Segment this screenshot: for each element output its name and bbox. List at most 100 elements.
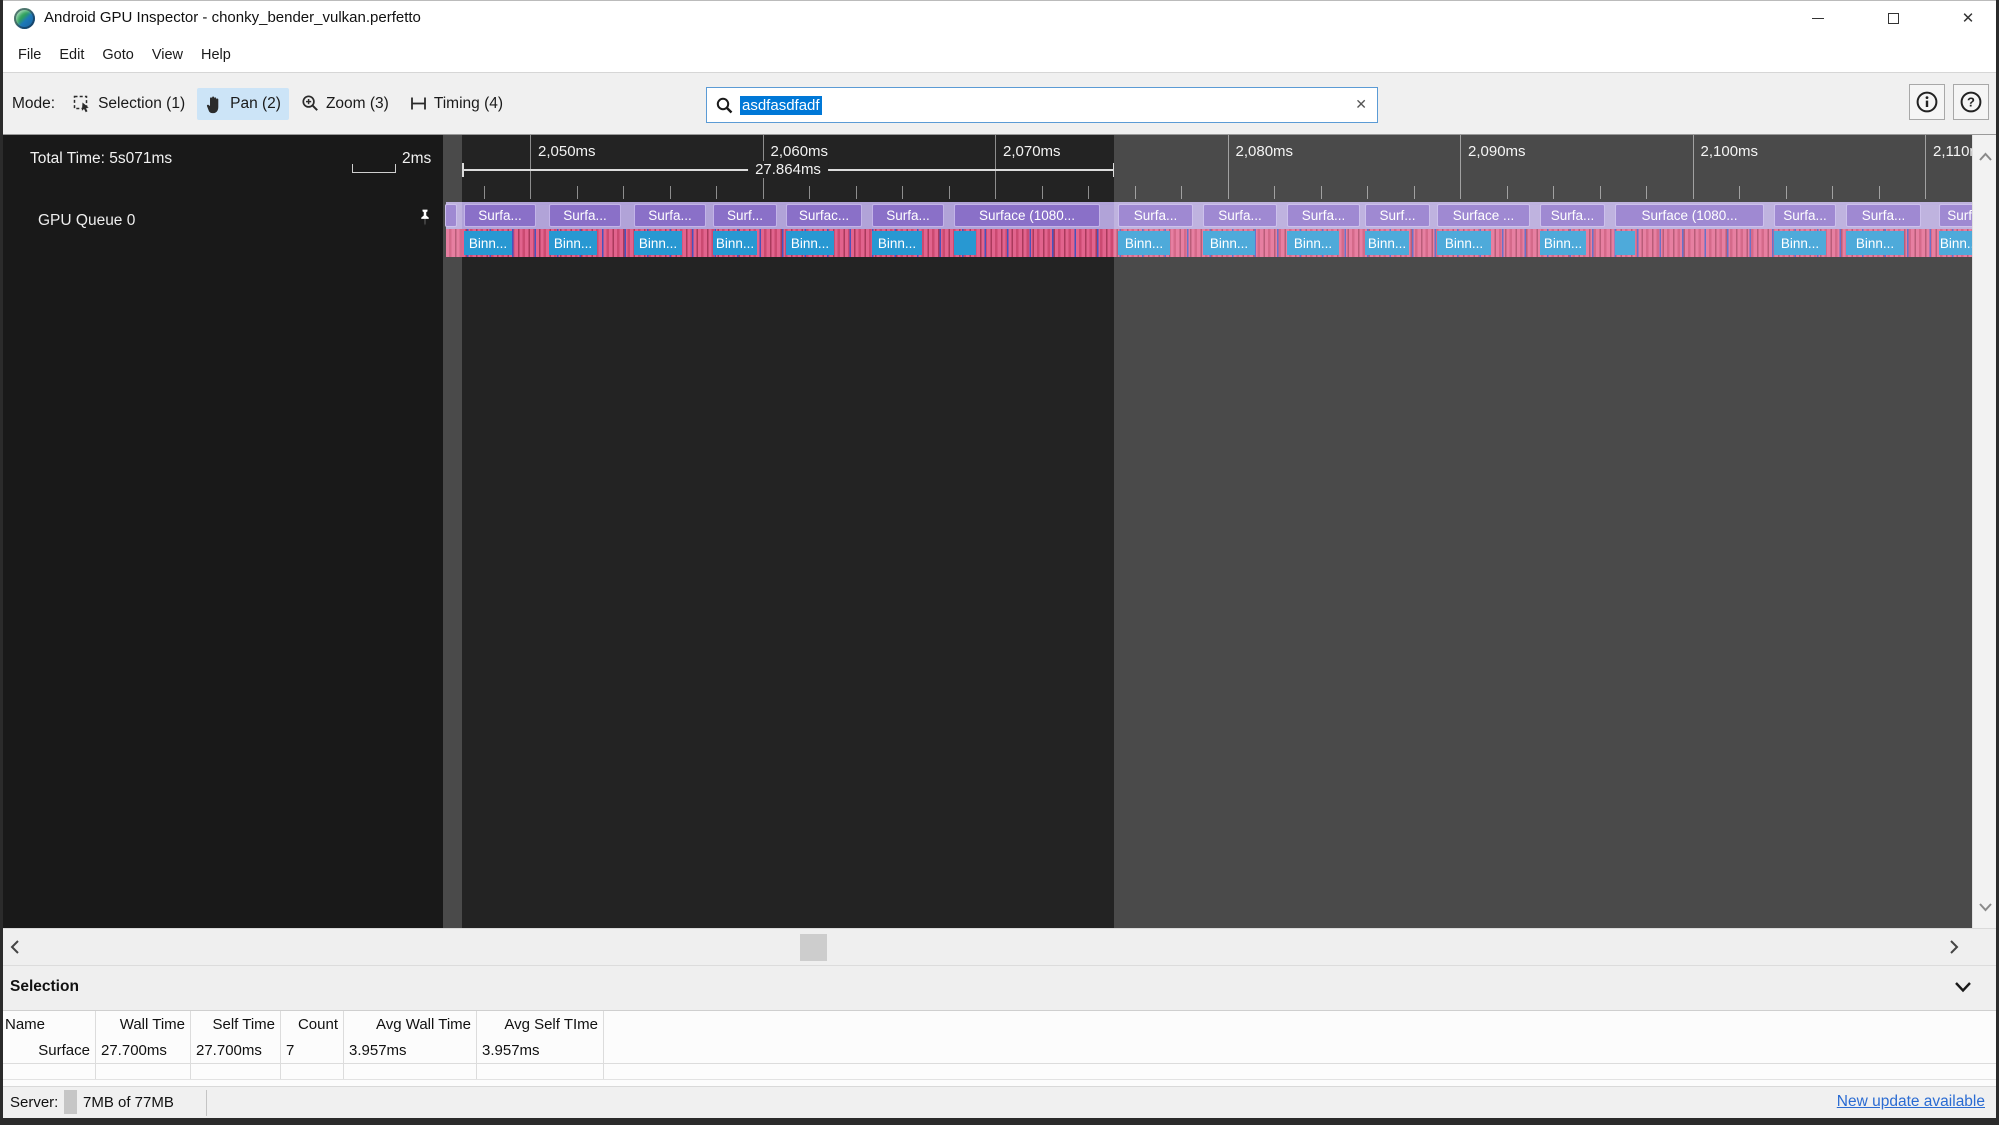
update-link[interactable]: New update available <box>1837 1093 1985 1111</box>
window-border-bottom <box>0 1118 1999 1125</box>
column-header[interactable]: Count <box>281 1011 344 1037</box>
close-icon: ✕ <box>1962 11 1975 26</box>
title-bar: Android GPU Inspector - chonky_bender_vu… <box>0 0 1999 38</box>
menu-item-file[interactable]: File <box>9 47 50 63</box>
binning-span[interactable]: Binn... <box>872 231 922 255</box>
pin-icon[interactable] <box>415 207 435 234</box>
server-label: Server: <box>10 1094 58 1111</box>
ruler-minor-tick <box>716 186 717 199</box>
chevron-down-icon[interactable] <box>1953 980 1973 994</box>
ruler-tick-label: 2,060ms <box>771 143 829 160</box>
selection-panel-header[interactable]: Selection <box>0 965 1999 1010</box>
column-header[interactable]: Name <box>0 1011 96 1037</box>
scroll-up-icon[interactable] <box>1978 151 1993 163</box>
surface-span[interactable]: Surfa... <box>464 204 536 227</box>
ruler-minor-tick <box>484 186 485 199</box>
mode-button-zoom[interactable]: Zoom (3) <box>293 88 397 120</box>
scrollbar-thumb[interactable] <box>800 934 827 961</box>
table-cell: Surface <box>0 1037 96 1063</box>
search-input[interactable]: asdfasdfadf ✕ <box>706 87 1378 123</box>
selection-table: NameWall TimeSelf TimeCountAvg Wall Time… <box>0 1010 1999 1086</box>
minimize-button[interactable] <box>1796 0 1840 36</box>
timing-icon <box>409 94 428 113</box>
help-button[interactable]: ? <box>1953 84 1989 120</box>
vertical-scrollbar[interactable] <box>1972 135 1997 928</box>
surface-span[interactable]: Surfa... <box>872 204 944 227</box>
binning-span[interactable]: Binn... <box>464 231 512 255</box>
column-header[interactable]: Wall Time <box>96 1011 191 1037</box>
binning-span[interactable]: Binn... <box>786 231 834 255</box>
server-memory-text: 7MB of 77MB <box>83 1094 174 1111</box>
search-selected-text: asdfasdfadf <box>740 96 822 115</box>
zoom-icon <box>301 94 320 113</box>
mode-button-selection[interactable]: Selection (1) <box>65 88 193 120</box>
app-window: Android GPU Inspector - chonky_bender_vu… <box>0 0 1999 1125</box>
binning-span[interactable]: Binn... <box>634 231 682 255</box>
info-button[interactable] <box>1909 84 1945 120</box>
ruler-tick-label: 2,070ms <box>1003 143 1061 160</box>
server-memory-gauge <box>64 1090 77 1114</box>
column-header[interactable]: Avg Self TIme <box>477 1011 604 1037</box>
trace-view: Surfa... Surfa... Surfa... Surf... Surfac...… <box>0 135 1999 928</box>
surface-span[interactable]: Surfa... <box>634 204 706 227</box>
surface-span[interactable]: Surfac... <box>786 204 862 227</box>
table-cell <box>96 1064 191 1079</box>
table-cell: 3.957ms <box>477 1037 604 1063</box>
unselected-range-overlay <box>1114 135 1972 928</box>
table-cell <box>191 1064 281 1079</box>
table-cell: 3.957ms <box>344 1037 477 1063</box>
timeline[interactable]: Surfa... Surfa... Surfa... Surf... Surfac...… <box>443 135 1972 928</box>
status-separator <box>206 1090 207 1116</box>
table-cell <box>281 1064 344 1079</box>
track-label-gpu-queue-0[interactable]: GPU Queue 0 <box>38 212 135 230</box>
measure-duration-label: 27.864ms <box>748 161 828 178</box>
binning-span[interactable] <box>954 231 976 255</box>
scroll-left-icon[interactable] <box>9 939 21 955</box>
ruler-minor-tick <box>949 186 950 199</box>
scale-label: 2ms <box>402 150 431 168</box>
menu-item-view[interactable]: View <box>143 47 192 63</box>
menu-item-help[interactable]: Help <box>192 47 240 63</box>
window-border-top <box>0 0 1999 1</box>
table-row[interactable]: Surface27.700ms27.700ms73.957ms3.957ms <box>0 1037 1999 1064</box>
surface-span[interactable]: Surf... <box>713 204 777 227</box>
menu-item-goto[interactable]: Goto <box>93 47 142 63</box>
maximize-icon <box>1888 13 1899 24</box>
binning-span[interactable]: Binn... <box>549 231 597 255</box>
ruler-minor-tick <box>1088 186 1089 199</box>
table-cell: 27.700ms <box>96 1037 191 1063</box>
table-header-row: NameWall TimeSelf TimeCountAvg Wall Time… <box>0 1011 1999 1037</box>
surface-span[interactable]: Surfa... <box>549 204 621 227</box>
ruler-minor-tick <box>623 186 624 199</box>
mode-button-timing[interactable]: Timing (4) <box>401 88 511 120</box>
ruler-major-tick <box>995 135 996 199</box>
track-name-panel: Total Time: 5s071ms 2ms GPU Queue 0 <box>0 135 443 928</box>
svg-text:?: ? <box>1967 95 1975 110</box>
status-bar: Server: 7MB of 77MB New update available <box>0 1086 1999 1118</box>
menu-bar: FileEditGotoViewHelp <box>0 38 1999 72</box>
search-clear-icon[interactable]: ✕ <box>1355 96 1367 113</box>
total-time-label: Total Time: 5s071ms <box>30 150 172 168</box>
unselected-range-overlay <box>443 135 462 928</box>
menu-item-edit[interactable]: Edit <box>50 47 93 63</box>
toolbar: Mode: Selection (1)Pan (2)Zoom (3)Timing… <box>0 72 1999 135</box>
column-header[interactable]: Self Time <box>191 1011 281 1037</box>
ruler-minor-tick <box>577 186 578 199</box>
horizontal-scrollbar[interactable] <box>0 928 1999 965</box>
info-icon <box>1915 90 1939 114</box>
binning-span[interactable]: Binn... <box>713 231 757 255</box>
maximize-button[interactable] <box>1871 0 1915 36</box>
ruler-minor-tick <box>902 186 903 199</box>
mode-button-pan[interactable]: Pan (2) <box>197 88 289 120</box>
ruler-minor-tick <box>856 186 857 199</box>
ruler-minor-tick <box>670 186 671 199</box>
selection-icon <box>73 94 92 113</box>
column-header[interactable]: Avg Wall Time <box>344 1011 477 1037</box>
close-button[interactable]: ✕ <box>1946 0 1990 36</box>
ruler-major-tick <box>530 135 531 199</box>
table-empty-row <box>0 1064 1999 1080</box>
search-icon <box>715 96 734 115</box>
surface-span[interactable]: Surface (1080... <box>954 204 1100 227</box>
scroll-right-icon[interactable] <box>1948 939 1960 955</box>
scroll-down-icon[interactable] <box>1978 901 1993 913</box>
